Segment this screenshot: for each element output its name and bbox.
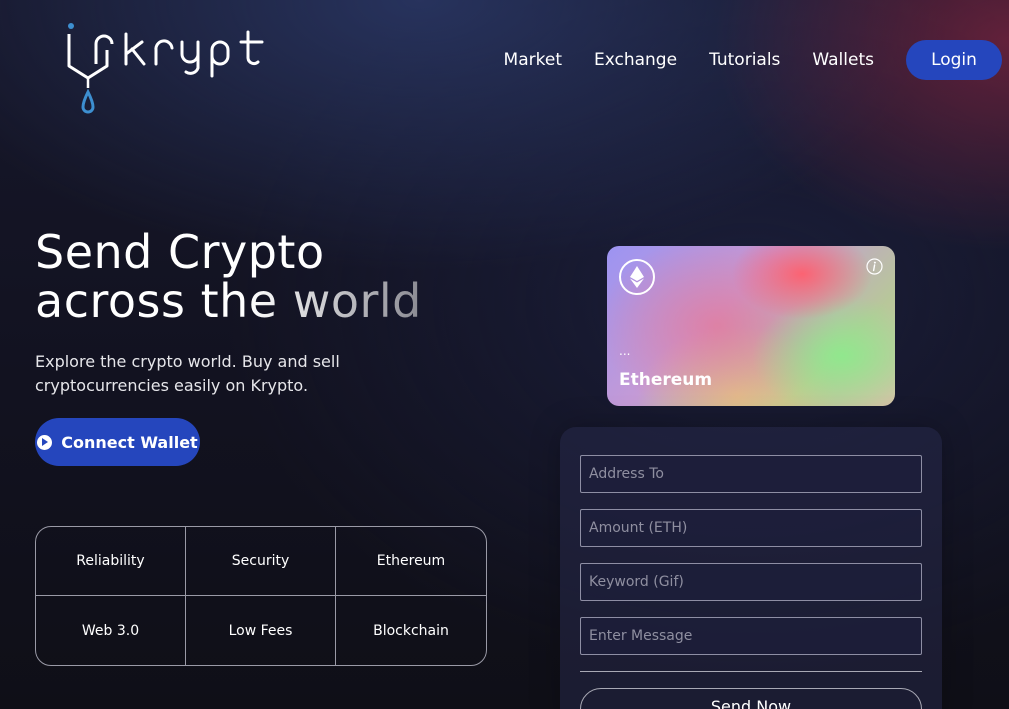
hero-subtitle: Explore the crypto world. Buy and sell c…: [35, 352, 340, 395]
connect-wallet-label: Connect Wallet: [61, 432, 198, 452]
nav-item-tutorials[interactable]: Tutorials: [709, 50, 780, 70]
feature-ethereum: Ethereum: [336, 527, 486, 596]
nav-item-wallets[interactable]: Wallets: [812, 50, 874, 70]
send-form: Send Now: [560, 427, 942, 709]
krypt-logo[interactable]: [64, 20, 280, 118]
card-network-name: Ethereum: [619, 370, 713, 390]
hero-title-line1: Send Crypto: [35, 225, 325, 279]
feature-web3: Web 3.0: [36, 596, 186, 665]
login-button[interactable]: Login: [906, 40, 1002, 80]
feature-low-fees: Low Fees: [186, 596, 336, 665]
ethereum-icon: [619, 259, 655, 295]
main-nav: Market Exchange Tutorials Wallets Login: [504, 40, 1002, 80]
info-icon[interactable]: [866, 258, 883, 275]
nav-item-exchange[interactable]: Exchange: [594, 50, 677, 70]
card-address: ...: [619, 344, 631, 358]
send-now-button[interactable]: Send Now: [580, 688, 922, 709]
features-grid: Reliability Security Ethereum Web 3.0 Lo…: [35, 526, 487, 666]
feature-blockchain: Blockchain: [373, 622, 449, 639]
keyword-input[interactable]: [580, 563, 922, 601]
connect-wallet-button[interactable]: Connect Wallet: [35, 418, 200, 466]
form-divider: [580, 671, 922, 672]
message-input[interactable]: [580, 617, 922, 655]
address-to-input[interactable]: [580, 455, 922, 493]
play-icon: [37, 434, 53, 450]
ethereum-card: ... Ethereum: [607, 246, 895, 406]
hero-title: Send Crypto across the world: [35, 228, 422, 326]
feature-security: Security: [186, 527, 336, 596]
feature-reliability: Reliability: [36, 527, 186, 596]
amount-input[interactable]: [580, 509, 922, 547]
nav-item-market[interactable]: Market: [504, 50, 562, 70]
hero-title-line2: across the world: [35, 274, 422, 328]
